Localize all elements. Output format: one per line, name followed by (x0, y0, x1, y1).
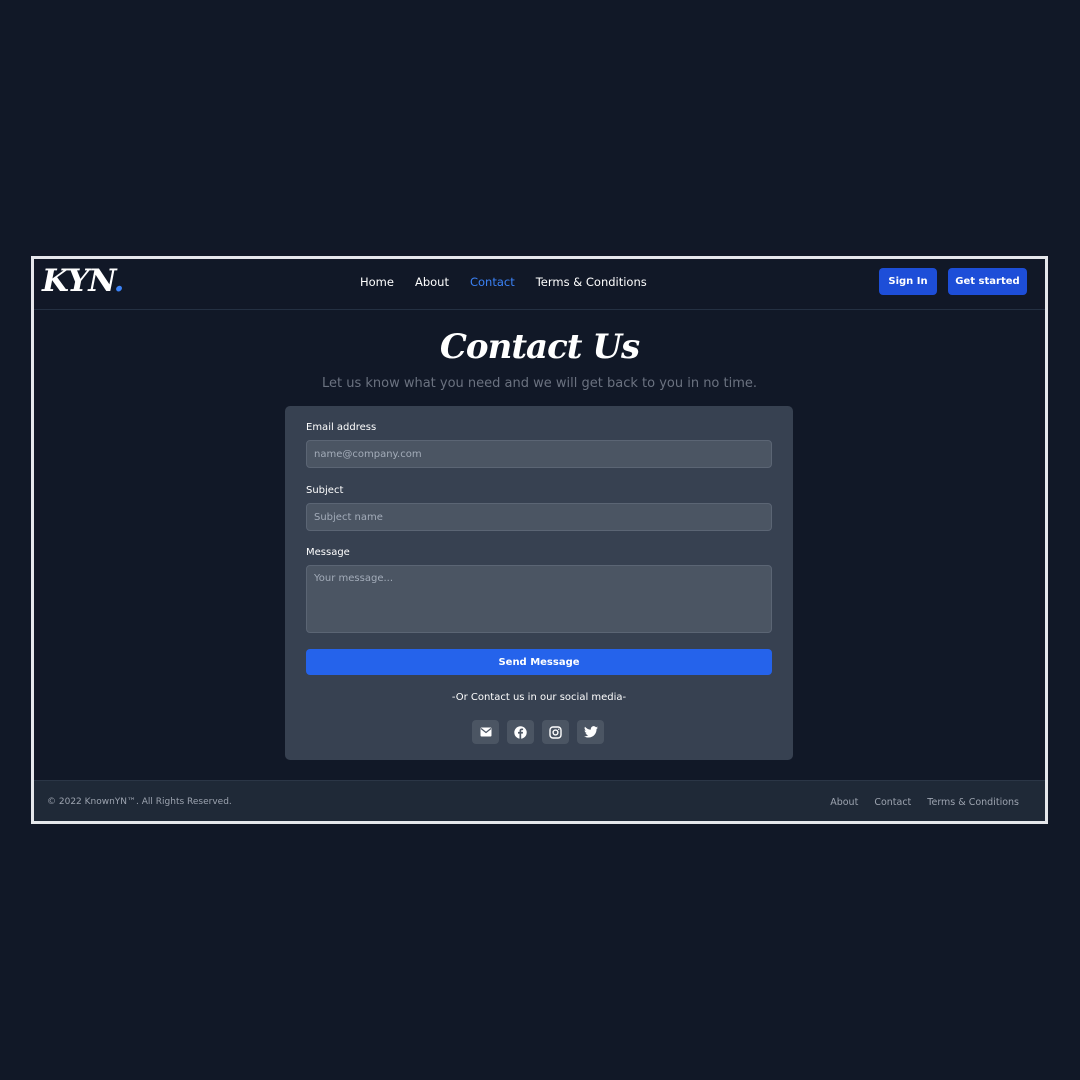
browser-frame: KYN. Home About Contact Terms & Conditio… (31, 256, 1048, 824)
footer-link-terms[interactable]: Terms & Conditions (927, 797, 1019, 808)
facebook-button[interactable] (507, 720, 534, 744)
footer-link-about[interactable]: About (830, 797, 858, 808)
logo-text: KYN (42, 263, 115, 299)
social-media-text: -Or Contact us in our social media- (451, 692, 627, 703)
message-field[interactable] (306, 565, 772, 633)
footer: © 2022 KnownYN™. All Rights Reserved. Ab… (34, 780, 1045, 821)
get-started-button[interactable]: Get started (948, 268, 1027, 295)
mail-icon (480, 727, 491, 737)
nav-link-terms[interactable]: Terms & Conditions (536, 275, 647, 289)
page-title: Contact Us (439, 327, 640, 367)
social-links (472, 720, 604, 744)
mail-button[interactable] (472, 720, 499, 744)
nav-links: Home About Contact Terms & Conditions (360, 275, 668, 289)
footer-link-contact[interactable]: Contact (874, 797, 911, 808)
instagram-icon (549, 725, 562, 739)
send-message-button[interactable]: Send Message (306, 649, 772, 675)
footer-links: About Contact Terms & Conditions (830, 797, 1019, 808)
sign-in-button[interactable]: Sign In (879, 268, 937, 295)
contact-form-card: Email address Subject Message Send Messa… (285, 406, 793, 760)
logo[interactable]: KYN. (42, 263, 125, 299)
nav-link-about[interactable]: About (415, 275, 449, 289)
message-label: Message (306, 547, 350, 558)
twitter-icon (583, 726, 598, 738)
email-field[interactable] (306, 440, 772, 468)
nav-link-home[interactable]: Home (360, 275, 394, 289)
email-label: Email address (306, 422, 377, 433)
instagram-button[interactable] (542, 720, 569, 744)
navbar: KYN. Home About Contact Terms & Conditio… (34, 259, 1045, 310)
twitter-button[interactable] (577, 720, 604, 744)
logo-dot: . (113, 263, 125, 299)
nav-link-contact[interactable]: Contact (470, 275, 515, 289)
subject-label: Subject (306, 485, 344, 496)
copyright-text: © 2022 KnownYN™. All Rights Reserved. (47, 797, 232, 807)
facebook-icon (514, 725, 527, 739)
subject-field[interactable] (306, 503, 772, 531)
page-subtitle: Let us know what you need and we will ge… (321, 376, 758, 391)
